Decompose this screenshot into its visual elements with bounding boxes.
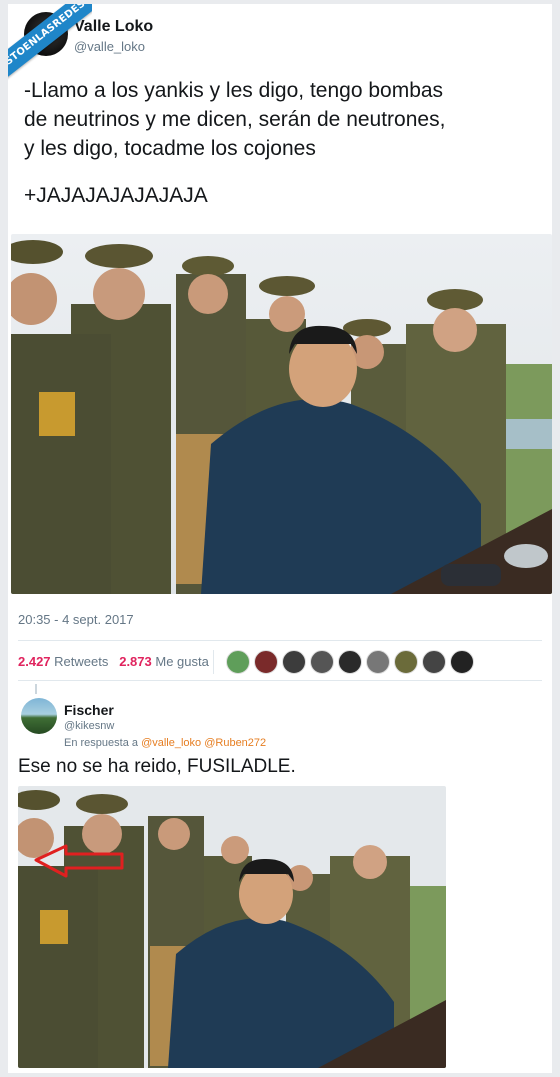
likes-label[interactable]: Me gusta: [155, 654, 208, 669]
reply-author-name[interactable]: Fischer: [64, 702, 114, 718]
liker-avatar[interactable]: [226, 650, 250, 674]
tweet-text-laugh: +JAJAJAJAJAJAJA: [24, 184, 208, 207]
tweet-photo[interactable]: [11, 234, 552, 594]
watermark-label: VISTOENLASREDES: [8, 4, 92, 92]
reply-text: Ese no se ha reido, FUSILADLE.: [18, 756, 296, 777]
reply-photo[interactable]: [18, 786, 446, 1068]
reply-author-avatar[interactable]: [21, 698, 57, 734]
reply-mention-2[interactable]: @Ruben272: [204, 737, 266, 749]
reply-mention-1[interactable]: @valle_loko: [141, 737, 201, 749]
reply-context: En respuesta a @valle_loko @Ruben272: [64, 737, 266, 749]
watermark-ribbon: VISTOENLASREDES: [8, 4, 92, 92]
liker-avatar[interactable]: [422, 650, 446, 674]
liker-avatar[interactable]: [254, 650, 278, 674]
tweet-stats: 2.427 Retweets 2.873 Me gusta: [18, 654, 209, 669]
tweet-text: -Llamo a los yankis y les digo, tengo bo…: [24, 79, 446, 160]
tweet-card: VISTOENLASREDES Valle Loko @valle_loko -…: [8, 4, 552, 1073]
likes-count[interactable]: 2.873: [119, 654, 152, 669]
retweets-label[interactable]: Retweets: [54, 654, 108, 669]
tweet-timestamp[interactable]: 20:35 - 4 sept. 2017: [18, 612, 134, 627]
liker-avatar[interactable]: [338, 650, 362, 674]
stats-separator: [213, 650, 214, 674]
thread-line: [35, 684, 37, 694]
liker-avatar[interactable]: [310, 650, 334, 674]
reply-author-handle[interactable]: @kikesnw: [64, 720, 114, 732]
reply-prefix: En respuesta a: [64, 737, 138, 749]
divider: [18, 640, 542, 641]
liker-avatar[interactable]: [450, 650, 474, 674]
divider: [18, 680, 542, 681]
liker-avatar[interactable]: [282, 650, 306, 674]
retweets-count[interactable]: 2.427: [18, 654, 51, 669]
liker-avatar[interactable]: [394, 650, 418, 674]
liker-avatars: [226, 650, 478, 676]
liker-avatar[interactable]: [366, 650, 390, 674]
